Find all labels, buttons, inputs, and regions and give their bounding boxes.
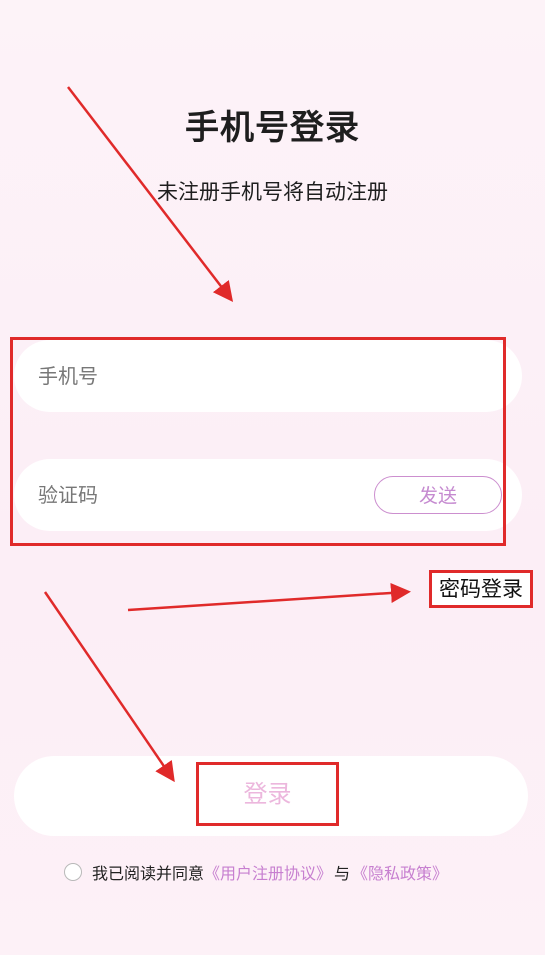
password-login-link[interactable]: 密码登录 (429, 570, 533, 608)
form-annotation-box (10, 337, 506, 546)
agreement-connector: 与 (334, 864, 351, 883)
privacy-policy-link[interactable]: 《隐私政策》 (352, 860, 448, 884)
agreement-prefix: 我已阅读并同意 (92, 864, 205, 883)
agreement-row: 我已阅读并同意 《用户注册协议》 与 《隐私政策》 (64, 860, 448, 884)
agreement-checkbox[interactable] (64, 863, 82, 881)
page-title: 手机号登录 (185, 108, 360, 148)
login-button[interactable]: 登录 (196, 762, 339, 826)
user-agreement-link[interactable]: 《用户注册协议》 (204, 860, 332, 884)
page-subtitle: 未注册手机号将自动注册 (157, 180, 388, 204)
